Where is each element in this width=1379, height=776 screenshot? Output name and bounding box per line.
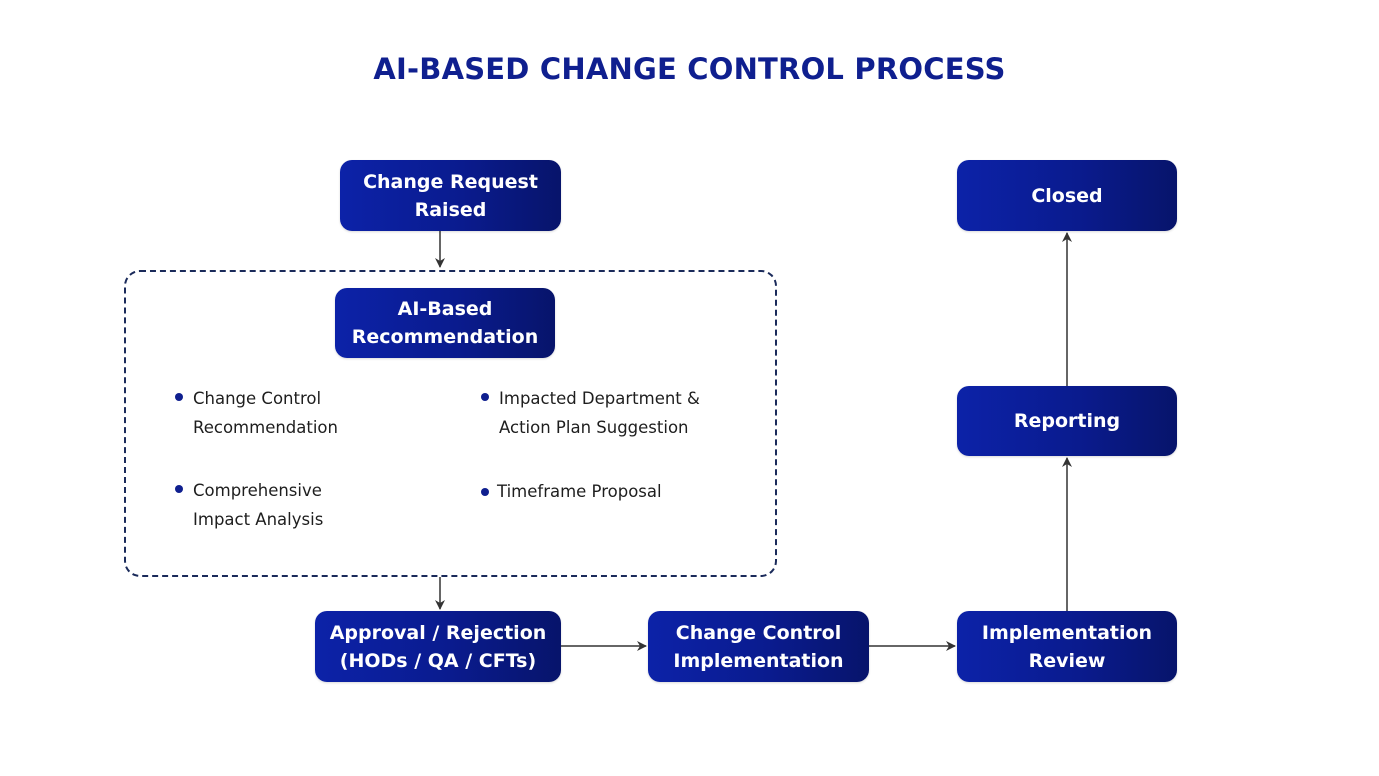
connectors xyxy=(435,231,1072,651)
